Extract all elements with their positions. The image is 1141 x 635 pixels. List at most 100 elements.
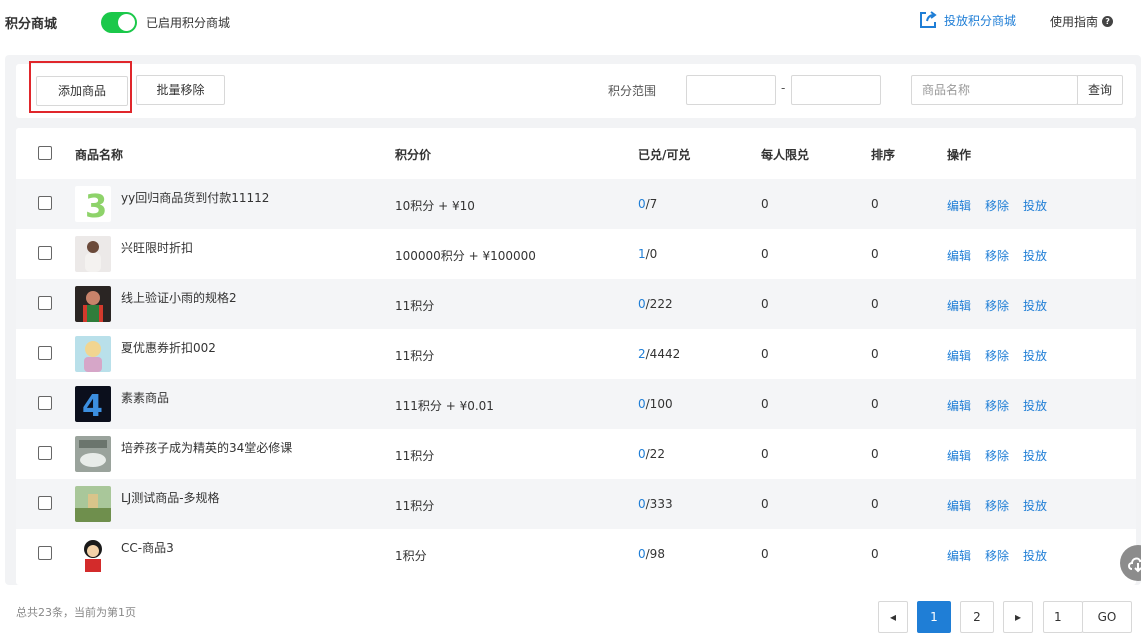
- remove-link[interactable]: 移除: [985, 247, 1009, 264]
- product-name[interactable]: yy回归商品货到付款11112: [121, 189, 269, 206]
- select-all-checkbox[interactable]: [38, 146, 52, 160]
- product-name[interactable]: 兴旺限时折扣: [121, 239, 193, 256]
- product-thumbnail: [75, 336, 111, 372]
- points-price: 1积分: [395, 549, 427, 563]
- row-checkbox[interactable]: [38, 396, 52, 410]
- redeemed-link[interactable]: 0: [638, 447, 646, 461]
- product-thumbnail: [75, 286, 111, 322]
- table-row: 线上验证小雨的规格2 11积分 0/222 0 0 编辑 移除 投放: [16, 279, 1136, 329]
- per-person-limit: 0: [761, 247, 769, 261]
- redeemed-link[interactable]: 0: [638, 497, 646, 511]
- top-bar: 积分商城 已启用积分商城 投放积分商城 使用指南 ?: [0, 0, 1141, 44]
- remove-link[interactable]: 移除: [985, 497, 1009, 514]
- product-name[interactable]: 线上验证小雨的规格2: [121, 289, 237, 306]
- product-name[interactable]: 夏优惠券折扣002: [121, 339, 216, 356]
- row-checkbox[interactable]: [38, 496, 52, 510]
- launch-link[interactable]: 投放: [1023, 197, 1047, 214]
- remove-link[interactable]: 移除: [985, 347, 1009, 364]
- toolbar: 添加商品 批量移除 积分范围 - 商品名称 查询: [16, 61, 1136, 118]
- range-separator: -: [781, 81, 786, 95]
- row-checkbox[interactable]: [38, 296, 52, 310]
- row-checkbox[interactable]: [38, 246, 52, 260]
- redeemed-count: 1/0: [638, 247, 657, 261]
- batch-remove-button[interactable]: 批量移除: [136, 75, 225, 105]
- points-max-input[interactable]: [791, 75, 881, 105]
- launch-mall-link[interactable]: 投放积分商城: [918, 9, 1016, 31]
- sort-value: 0: [871, 197, 879, 211]
- next-page-button[interactable]: ▸: [1003, 601, 1033, 633]
- redeemed-link[interactable]: 0: [638, 547, 646, 561]
- sort-value: 0: [871, 297, 879, 311]
- page-title: 积分商城: [5, 17, 58, 32]
- remove-link[interactable]: 移除: [985, 547, 1009, 564]
- row-checkbox[interactable]: [38, 196, 52, 210]
- row-checkbox[interactable]: [38, 546, 52, 560]
- available-count: /100: [645, 397, 673, 411]
- launch-link[interactable]: 投放: [1023, 247, 1047, 264]
- add-product-button[interactable]: 添加商品: [36, 76, 128, 106]
- product-table: 商品名称 积分价 已兑/可兑 每人限兑 排序 操作 3 yy回归商品货到付款11…: [16, 128, 1136, 585]
- remove-link[interactable]: 移除: [985, 297, 1009, 314]
- launch-mall-label: 投放积分商城: [944, 13, 1017, 28]
- row-checkbox[interactable]: [38, 446, 52, 460]
- launch-link[interactable]: 投放: [1023, 447, 1047, 464]
- launch-link[interactable]: 投放: [1023, 547, 1047, 564]
- edit-link[interactable]: 编辑: [947, 547, 971, 564]
- usage-guide-link[interactable]: 使用指南 ?: [1050, 13, 1114, 30]
- product-thumbnail: 3: [75, 186, 111, 222]
- redeemed-link[interactable]: 2: [638, 347, 646, 361]
- redeemed-count: 0/333: [638, 497, 673, 511]
- per-person-limit: 0: [761, 197, 769, 211]
- points-min-input[interactable]: [686, 75, 776, 105]
- share-icon: [920, 11, 937, 28]
- launch-link[interactable]: 投放: [1023, 397, 1047, 414]
- remove-link[interactable]: 移除: [985, 197, 1009, 214]
- sort-value: 0: [871, 447, 879, 461]
- product-name[interactable]: 素素商品: [121, 389, 169, 406]
- edit-link[interactable]: 编辑: [947, 297, 971, 314]
- search-button[interactable]: 查询: [1077, 75, 1123, 105]
- edit-link[interactable]: 编辑: [947, 347, 971, 364]
- available-count: /0: [645, 247, 658, 261]
- total-count-text: 总共23条，当前为第1页: [16, 606, 136, 619]
- go-button[interactable]: GO: [1082, 601, 1132, 633]
- edit-link[interactable]: 编辑: [947, 447, 971, 464]
- toggle-knob: [118, 14, 135, 31]
- header-product-name: 商品名称: [75, 148, 124, 162]
- pagination-bar: 总共23条，当前为第1页 ◂ 1 2 ▸ 1 GO: [0, 585, 1141, 635]
- edit-link[interactable]: 编辑: [947, 497, 971, 514]
- redeemed-link[interactable]: 0: [638, 197, 646, 211]
- edit-link[interactable]: 编辑: [947, 247, 971, 264]
- sort-value: 0: [871, 497, 879, 511]
- redeemed-link[interactable]: 0: [638, 397, 646, 411]
- page-2-button[interactable]: 2: [960, 601, 994, 633]
- product-name-search-input[interactable]: 商品名称: [911, 75, 1078, 105]
- edit-link[interactable]: 编辑: [947, 397, 971, 414]
- edit-link[interactable]: 编辑: [947, 197, 971, 214]
- toggle-label: 已启用积分商城: [146, 16, 231, 30]
- header-redeemed: 已兑/可兑: [638, 148, 691, 162]
- row-checkbox[interactable]: [38, 346, 52, 360]
- cloud-icon: [1128, 557, 1141, 573]
- page-1-button[interactable]: 1: [917, 601, 951, 633]
- redeemed-link[interactable]: 1: [638, 247, 646, 261]
- remove-link[interactable]: 移除: [985, 447, 1009, 464]
- usage-guide-label: 使用指南: [1050, 15, 1099, 29]
- launch-link[interactable]: 投放: [1023, 347, 1047, 364]
- remove-link[interactable]: 移除: [985, 397, 1009, 414]
- mall-enable-toggle[interactable]: [101, 12, 137, 33]
- launch-link[interactable]: 投放: [1023, 497, 1047, 514]
- content-panel: 添加商品 批量移除 积分范围 - 商品名称 查询 商品名称 积分价 已兑/可兑 …: [5, 55, 1141, 585]
- jump-page-input[interactable]: 1: [1043, 601, 1083, 633]
- per-person-limit: 0: [761, 497, 769, 511]
- product-name[interactable]: 培养孩子成为精英的34堂必修课: [121, 439, 292, 456]
- product-name[interactable]: CC-商品3: [121, 539, 174, 556]
- prev-page-button[interactable]: ◂: [878, 601, 908, 633]
- svg-text:4: 4: [82, 389, 103, 422]
- points-price: 111积分 + ¥0.01: [395, 399, 494, 413]
- product-name[interactable]: LJ测试商品-多规格: [121, 489, 220, 506]
- launch-link[interactable]: 投放: [1023, 297, 1047, 314]
- redeemed-link[interactable]: 0: [638, 297, 646, 311]
- points-price: 10积分 + ¥10: [395, 199, 475, 213]
- available-count: /98: [645, 547, 665, 561]
